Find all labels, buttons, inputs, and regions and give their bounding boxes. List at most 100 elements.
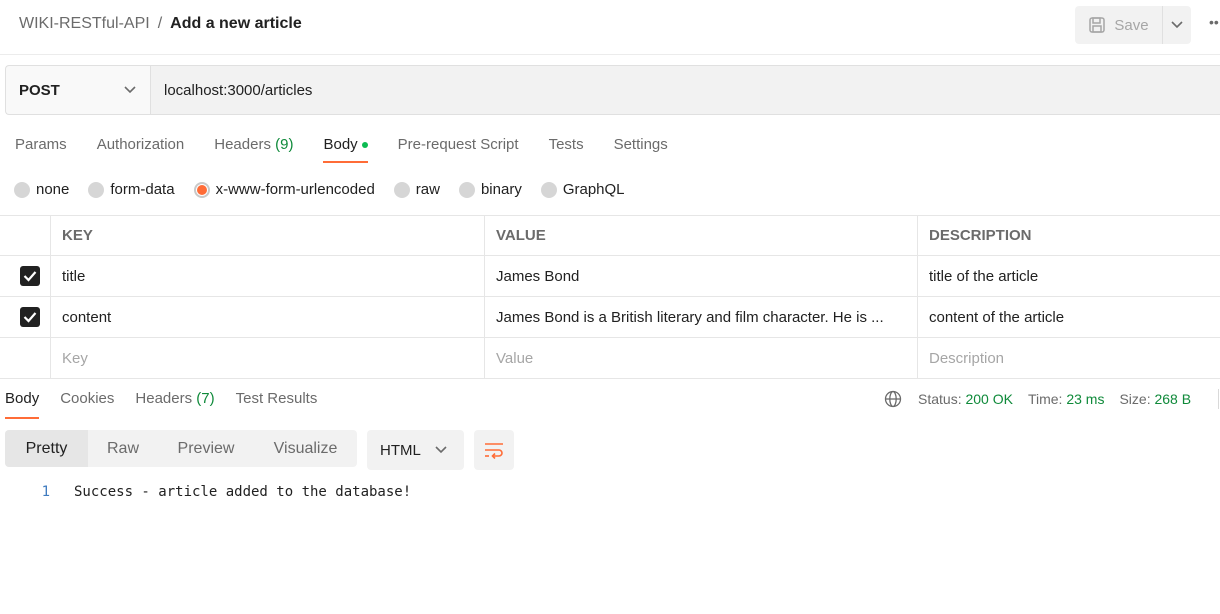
- radio-none[interactable]: none: [14, 181, 69, 198]
- value-cell[interactable]: James Bond is a British literary and fil…: [485, 297, 918, 337]
- radio-form-data[interactable]: form-data: [88, 181, 175, 198]
- wrap-lines-button[interactable]: [474, 430, 514, 470]
- checkmark-icon: [23, 312, 37, 323]
- key-cell[interactable]: title: [51, 256, 485, 296]
- view-tab-raw[interactable]: Raw: [88, 430, 158, 467]
- table-header-row: KEY VALUE DESCRIPTION: [0, 216, 1220, 256]
- radio-raw-label: raw: [415, 181, 440, 198]
- tab-settings[interactable]: Settings: [614, 135, 668, 165]
- chevron-down-icon: [435, 446, 447, 454]
- save-label: Save: [1114, 16, 1149, 34]
- view-tab-visualize[interactable]: Visualize: [254, 430, 357, 467]
- format-label: HTML: [380, 441, 421, 459]
- breadcrumb: WIKI-RESTful-API / Add a new article: [19, 15, 302, 33]
- table-row: content James Bond is a British literary…: [0, 297, 1220, 338]
- new-value-input[interactable]: Value: [485, 338, 918, 378]
- radio-graphql[interactable]: GraphQL: [540, 181, 625, 198]
- request-header: WIKI-RESTful-API / Add a new article Sav…: [0, 0, 1220, 55]
- radio-form-data-label: form-data: [110, 181, 175, 198]
- tab-tests[interactable]: Tests: [549, 135, 584, 165]
- table-row: title James Bond title of the article: [0, 256, 1220, 297]
- status-value[interactable]: 200 OK: [965, 391, 1012, 407]
- row-checkbox-cell: [0, 338, 51, 378]
- radio-circle-selected[interactable]: [193, 181, 210, 198]
- tab-params[interactable]: Params: [15, 135, 67, 165]
- response-tab-headers-label: Headers: [135, 390, 193, 407]
- radio-binary[interactable]: binary: [458, 181, 522, 198]
- response-body: 1 Success - article added to the databas…: [0, 484, 412, 500]
- tab-pre-request-label: Pre-request Script: [397, 136, 519, 153]
- tab-params-label: Params: [15, 136, 67, 153]
- row-checkbox-cell: [0, 297, 51, 337]
- description-cell[interactable]: content of the article: [918, 297, 1220, 337]
- radio-binary-label: binary: [480, 181, 522, 198]
- format-select[interactable]: HTML: [367, 430, 464, 470]
- radio-circle[interactable]: [14, 181, 30, 198]
- line-number: 1: [41, 484, 50, 500]
- tab-pre-request-script[interactable]: Pre-request Script: [398, 135, 519, 165]
- description-cell[interactable]: title of the article: [918, 256, 1220, 296]
- row-checkbox[interactable]: [20, 307, 40, 327]
- response-tab-body[interactable]: Body: [5, 390, 40, 420]
- chevron-down-icon: [1171, 21, 1183, 29]
- breadcrumb-collection[interactable]: WIKI-RESTful-API: [19, 15, 150, 33]
- value-text: James Bond is a British literary and fil…: [496, 308, 884, 326]
- radio-none-label: none: [36, 181, 70, 198]
- column-header-key: KEY: [51, 216, 485, 255]
- response-tabs: Body Cookies Headers (7) Test Results: [5, 390, 317, 420]
- tab-authorization[interactable]: Authorization: [97, 135, 185, 165]
- radio-circle[interactable]: [393, 181, 410, 198]
- radio-urlencoded[interactable]: x-www-form-urlencoded: [193, 181, 375, 198]
- tab-settings-label: Settings: [613, 136, 668, 153]
- tab-body-label: Body: [323, 136, 358, 153]
- table-row-new: Key Value Description: [0, 338, 1220, 379]
- response-tab-test-results[interactable]: Test Results: [236, 390, 318, 420]
- url-input[interactable]: localhost:3000/articles: [151, 66, 1220, 114]
- key-cell[interactable]: content: [51, 297, 485, 337]
- radio-circle[interactable]: [540, 181, 557, 198]
- tab-body[interactable]: Body: [323, 135, 368, 165]
- save-icon: [1089, 17, 1106, 33]
- radio-circle[interactable]: [458, 181, 475, 198]
- row-checkbox[interactable]: [20, 266, 40, 286]
- view-tab-pretty[interactable]: Pretty: [5, 430, 88, 467]
- column-header-description: DESCRIPTION: [929, 227, 1032, 244]
- view-tab-preview[interactable]: Preview: [158, 430, 254, 467]
- column-header-value: VALUE: [485, 216, 918, 255]
- breadcrumb-separator: /: [157, 15, 163, 32]
- request-bar: POST localhost:3000/articles: [5, 65, 1220, 115]
- new-key-input[interactable]: Key: [51, 338, 485, 378]
- status-label: Status:: [918, 391, 962, 407]
- tab-headers-label: Headers: [214, 136, 271, 153]
- body-type-radios: none form-data x-www-form-urlencoded raw…: [14, 181, 644, 198]
- headers-count: (9): [275, 136, 294, 153]
- time-value[interactable]: 23 ms: [1066, 391, 1104, 407]
- save-button[interactable]: Save: [1075, 6, 1162, 44]
- row-checkbox-cell: [0, 256, 51, 296]
- response-view-tabs: Pretty Raw Preview Visualize: [5, 430, 357, 467]
- body-params-table: KEY VALUE DESCRIPTION title James Bond t…: [0, 215, 1220, 379]
- save-button-group: Save: [1075, 6, 1191, 44]
- value-text: James Bond: [496, 267, 580, 285]
- tab-tests-label: Tests: [548, 136, 584, 153]
- response-headers-count: (7): [196, 390, 215, 407]
- response-tab-headers[interactable]: Headers (7): [135, 390, 214, 420]
- wrap-lines-icon: [485, 443, 503, 459]
- size-value[interactable]: 268 B: [1154, 391, 1191, 407]
- response-tab-cookies[interactable]: Cookies: [60, 390, 114, 420]
- radio-graphql-label: GraphQL: [562, 181, 625, 198]
- response-text[interactable]: Success - article added to the database!: [74, 484, 411, 500]
- save-options-button[interactable]: [1163, 6, 1191, 44]
- time-label: Time:: [1027, 391, 1063, 407]
- request-title[interactable]: Add a new article: [170, 15, 302, 33]
- radio-raw[interactable]: raw: [393, 181, 440, 198]
- header-check-cell: [0, 216, 51, 255]
- more-options-icon[interactable]: ••: [1209, 14, 1219, 30]
- chevron-down-icon: [124, 86, 136, 94]
- tab-headers[interactable]: Headers (9): [214, 135, 293, 165]
- new-description-input[interactable]: Description: [918, 338, 1220, 378]
- radio-circle[interactable]: [88, 181, 105, 198]
- globe-icon[interactable]: [884, 390, 902, 408]
- value-cell[interactable]: James Bond: [485, 256, 918, 296]
- method-select[interactable]: POST: [6, 66, 151, 114]
